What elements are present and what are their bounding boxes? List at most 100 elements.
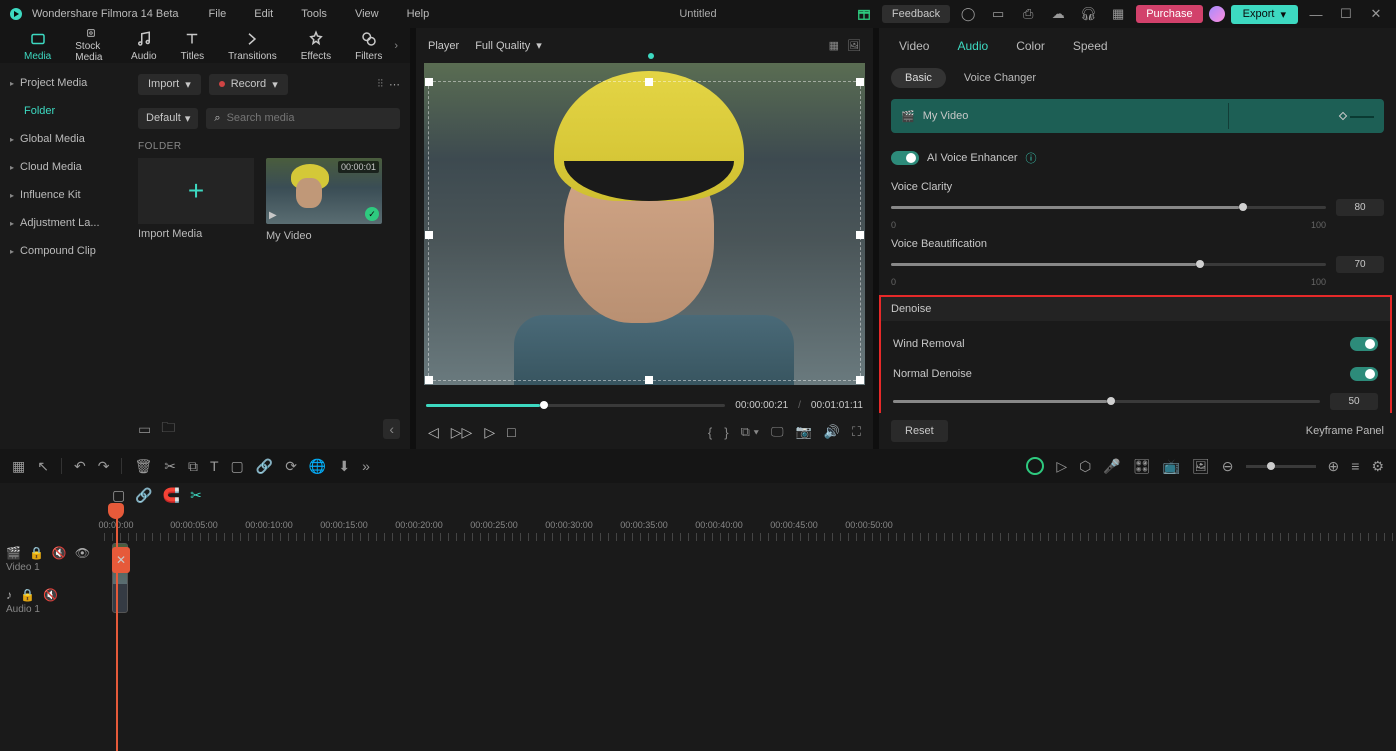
media-clip[interactable]: 00:00:01 ▶ ✓ My Video (266, 158, 382, 242)
tab-audio[interactable]: Audio (119, 28, 169, 63)
split-marker-icon[interactable]: ✕ (112, 547, 130, 573)
track-options-icon[interactable]: ≡ (1351, 458, 1359, 474)
sidebar-item-adjustment-layer[interactable]: ▸Adjustment La... (0, 209, 128, 237)
sidebar-item-global-media[interactable]: ▸Global Media (0, 125, 128, 153)
playback-scrubber[interactable] (426, 404, 725, 407)
tab-media[interactable]: Media (12, 28, 63, 63)
info-icon[interactable]: ⓘ (1026, 150, 1037, 166)
rotate-icon[interactable]: ⟳ (285, 458, 297, 475)
minimize-button[interactable]: — (1304, 2, 1328, 26)
voice-clarity-slider[interactable] (891, 206, 1326, 209)
grid-view-icon[interactable]: ▦ (829, 39, 839, 52)
prev-frame-button[interactable]: ◁ (428, 424, 439, 441)
mic-icon[interactable]: 🎤 (1103, 458, 1120, 475)
tab-effects[interactable]: Effects (289, 28, 343, 63)
normal-denoise-value[interactable]: 50 (1330, 393, 1378, 410)
lock-icon[interactable]: 🔒 (29, 546, 44, 560)
zoom-in-icon[interactable]: ⊕ (1328, 458, 1340, 475)
prop-tab-color[interactable]: Color (1016, 39, 1045, 53)
subtab-basic[interactable]: Basic (891, 68, 946, 88)
download-icon[interactable]: ⬇ (338, 458, 350, 475)
text-icon[interactable]: T (210, 458, 219, 474)
normal-denoise-slider[interactable] (893, 400, 1320, 403)
export-button[interactable]: Export▾ (1231, 5, 1298, 24)
tab-transitions[interactable]: Transitions (216, 28, 289, 63)
timeline-grid[interactable]: ▢ 🔗 🧲 ✂ 00:00:00 00:00:05:00 00:00:10:00… (104, 483, 1396, 751)
play-back-button[interactable]: ▷▷ (451, 424, 473, 441)
tab-titles[interactable]: Titles (169, 28, 217, 63)
denoise-header[interactable]: Denoise (881, 297, 1390, 321)
prop-tab-speed[interactable]: Speed (1073, 39, 1108, 53)
menu-edit[interactable]: Edit (244, 4, 283, 24)
tv-icon[interactable]: 📺 (1163, 458, 1180, 475)
headphones-icon[interactable]: 🎧︎ (1076, 2, 1100, 26)
collapse-sidebar-icon[interactable]: ‹ (383, 419, 400, 439)
crop-icon[interactable]: ⧉ (188, 458, 198, 475)
stop-button[interactable]: □ (507, 424, 515, 440)
image-icon[interactable]: 🖼 (1192, 458, 1210, 475)
normal-denoise-toggle[interactable] (1350, 367, 1378, 381)
tl-link-icon[interactable]: 🔗 (135, 487, 152, 504)
preview-viewport[interactable] (424, 63, 865, 385)
keyframe-panel-button[interactable]: Keyframe Panel (1306, 425, 1384, 437)
sidebar-item-influence-kit[interactable]: ▸Influence Kit (0, 181, 128, 209)
tabs-more-icon[interactable]: › (394, 40, 398, 52)
sidebar-item-folder[interactable]: Folder (0, 97, 128, 125)
time-ruler[interactable]: 00:00:00 00:00:05:00 00:00:10:00 00:00:1… (104, 509, 1396, 541)
reset-button[interactable]: Reset (891, 420, 948, 442)
record-button[interactable]: Record▾ (209, 74, 288, 95)
cloud-upload-icon[interactable]: ☁ (1046, 2, 1070, 26)
picture-icon[interactable]: 🖼 (847, 39, 861, 52)
snapshot-icon[interactable]: 📷 (796, 424, 812, 440)
tl-cut-icon[interactable]: ✂ (190, 487, 202, 504)
settings-gear-icon[interactable]: ⚙ (1371, 458, 1384, 475)
marker-icon[interactable]: ⬡ (1079, 458, 1091, 475)
sidebar-item-cloud-media[interactable]: ▸Cloud Media (0, 153, 128, 181)
sidebar-item-compound-clip[interactable]: ▸Compound Clip (0, 237, 128, 265)
playhead-marker-icon[interactable] (108, 503, 124, 519)
record-indicator-icon[interactable]: ◯ (956, 2, 980, 26)
subtab-voice-changer[interactable]: Voice Changer (964, 72, 1036, 84)
prop-tab-audio[interactable]: Audio (957, 39, 988, 53)
purchase-button[interactable]: Purchase (1136, 5, 1202, 23)
playhead-icon[interactable]: ▷ (1056, 458, 1067, 475)
more-icon[interactable]: ⋯ (389, 78, 400, 91)
tl-view-icon[interactable]: ▢ (112, 487, 125, 504)
frame-icon[interactable]: ▢ (231, 458, 244, 475)
render-status-icon[interactable] (1026, 457, 1044, 475)
close-button[interactable]: ✕ (1364, 2, 1388, 26)
tab-stock-media[interactable]: Stock Media (63, 28, 119, 63)
apps-icon[interactable]: ▦ (1106, 2, 1130, 26)
tl-magnet-icon[interactable]: 🧲 (163, 487, 180, 504)
sort-dropdown[interactable]: Default▾ (138, 108, 198, 129)
footer-folder-icon[interactable]: 🗀 (161, 417, 175, 441)
filter-icon[interactable]: ⫶⫶ (378, 78, 384, 91)
prop-tab-video[interactable]: Video (899, 39, 929, 53)
keyframe-diamond-icon[interactable] (1339, 112, 1347, 120)
mute-icon[interactable]: 🔇 (52, 546, 67, 560)
audio-track-header[interactable]: ♪ 🔒 🔇 Audio 1 (0, 585, 104, 627)
cut-icon[interactable]: ✂ (164, 458, 176, 475)
volume-icon[interactable]: 🔊 (824, 424, 840, 440)
link-icon[interactable]: 🔗 (256, 458, 273, 475)
voice-clarity-value[interactable]: 80 (1336, 199, 1384, 216)
search-input[interactable]: ⌕ (206, 108, 400, 129)
redo-icon[interactable]: ↷ (98, 458, 110, 475)
voice-beaut-value[interactable]: 70 (1336, 256, 1384, 273)
save-icon[interactable]: ⎙ (1016, 2, 1040, 26)
wind-removal-toggle[interactable] (1350, 337, 1378, 351)
ai-enhancer-toggle[interactable] (891, 151, 919, 165)
footer-box-icon[interactable]: ▭ (138, 421, 151, 438)
zoom-slider[interactable] (1246, 465, 1316, 468)
display-icon[interactable]: 🖵 (771, 424, 784, 440)
menu-view[interactable]: View (345, 4, 389, 24)
mute-icon[interactable]: 🔇 (43, 588, 58, 602)
menu-tools[interactable]: Tools (291, 4, 337, 24)
visibility-icon[interactable]: 👁 (75, 546, 90, 560)
zoom-out-icon[interactable]: ⊖ (1222, 458, 1234, 475)
fullscreen-icon[interactable]: ⛶ (852, 424, 861, 440)
pointer-tool-icon[interactable]: ▦ (12, 458, 25, 475)
sidebar-item-project-media[interactable]: ▸Project Media (0, 69, 128, 97)
import-button[interactable]: Import▾ (138, 74, 201, 95)
feedback-button[interactable]: Feedback (882, 5, 950, 23)
